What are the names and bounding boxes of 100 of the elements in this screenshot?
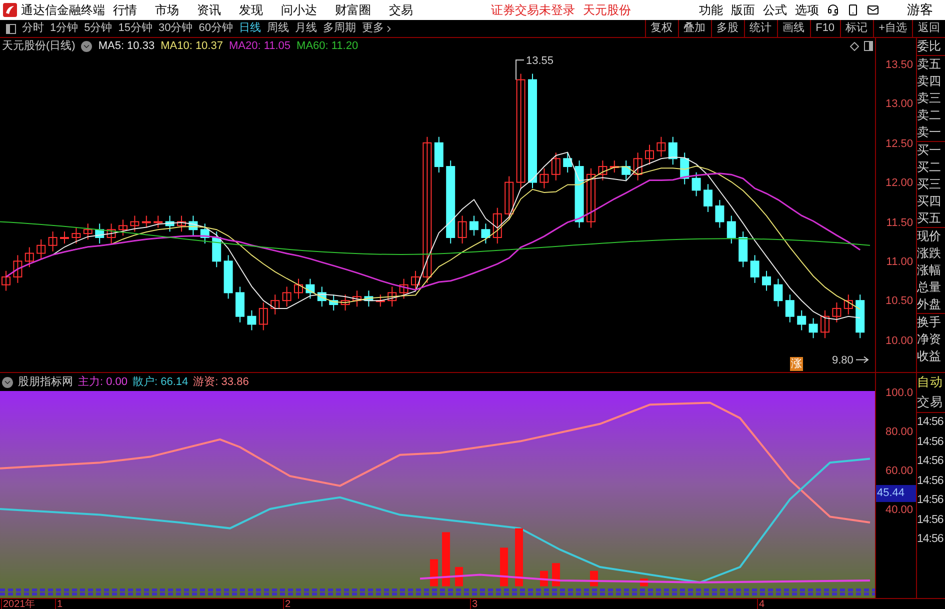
price-tick: 13.50: [885, 58, 913, 73]
date-tick: 3: [470, 599, 478, 609]
arrow-icon: [856, 356, 869, 364]
date-tick: 2021年: [1, 599, 36, 609]
indicator-tick: 60.00: [885, 464, 913, 479]
price-tick: 11.00: [886, 255, 913, 270]
indicator-value: 散户: 66.14: [132, 374, 188, 390]
stock-name[interactable]: 天元股份: [583, 1, 631, 19]
menu-item[interactable]: 问小达: [281, 1, 317, 19]
trade-time: 14:56: [917, 532, 944, 547]
quote-field-label: 买二: [917, 159, 942, 176]
period-tab[interactable]: 更多: [362, 20, 394, 37]
chart-title: 天元股份(日线): [2, 38, 76, 54]
date-tick: 4: [757, 599, 765, 609]
menu-item[interactable]: 选项: [795, 1, 819, 19]
toolbar-button[interactable]: F10: [810, 20, 840, 37]
period-tab[interactable]: 60分钟: [198, 20, 233, 37]
quote-field-label: 涨幅: [917, 262, 942, 279]
period-tab[interactable]: 日线: [239, 20, 261, 37]
menu-item[interactable]: 财富圈: [335, 1, 371, 19]
rise-label: 涨: [790, 357, 803, 371]
quote-field-label: 卖一: [917, 124, 942, 141]
trade-time: 14:56: [917, 415, 944, 430]
diamond-icon[interactable]: [850, 42, 859, 51]
quote-field-label: 卖五: [917, 56, 942, 73]
quote-field-label: 买一: [917, 142, 942, 159]
user-label[interactable]: 游客: [907, 0, 933, 20]
menu-item[interactable]: 市场: [155, 1, 179, 19]
mail-icon[interactable]: [867, 4, 879, 16]
date-tick: 2: [283, 599, 291, 609]
price-tick: 13.00: [885, 97, 913, 112]
indicator-tick: 80.00: [885, 425, 913, 440]
toolbar-button[interactable]: +自选: [872, 20, 912, 37]
quote-field-label: 现价: [917, 228, 942, 245]
indicator-title: 股朋指标网: [18, 374, 73, 390]
moving-average-value: MA5: 10.33: [98, 38, 155, 54]
panel-toggle-icon[interactable]: [6, 24, 16, 34]
trade-header: 自动: [917, 374, 944, 391]
toolbar-button[interactable]: 叠加: [678, 20, 711, 37]
price-tick: 12.00: [885, 176, 913, 192]
menu-item[interactable]: 交易: [389, 1, 413, 19]
trade-time: 14:56: [917, 474, 944, 488]
toolbar-button[interactable]: 多股: [710, 20, 744, 37]
quote-field-label: 涨跌: [917, 245, 942, 262]
menu-item[interactable]: 行情: [113, 1, 137, 19]
quote-field-label: 买五: [917, 210, 942, 227]
service-icon[interactable]: [827, 4, 839, 16]
toolbar-button[interactable]: 画线: [776, 20, 810, 37]
dropdown-icon[interactable]: [81, 40, 92, 52]
indicator-tick: 100.0: [885, 386, 913, 401]
menu-item[interactable]: 公式: [763, 1, 787, 19]
quote-field-label: 外盘: [917, 296, 942, 313]
price-tick: 11.50: [886, 216, 913, 231]
toolbar-button[interactable]: 返回: [912, 20, 945, 37]
logo-icon: [3, 3, 17, 17]
quote-field-label: 买四: [917, 193, 942, 210]
indicator-tick: 40.00: [885, 503, 913, 518]
quote-field-label: 卖二: [917, 107, 942, 124]
indicator-bar: [430, 559, 438, 586]
indicator-bar: [442, 532, 450, 586]
date-tick: 1: [55, 599, 63, 609]
toolbar-button[interactable]: 标记: [840, 20, 873, 37]
period-tab[interactable]: 分时: [22, 20, 44, 37]
period-tab[interactable]: 多周期: [323, 20, 356, 37]
quote-field-label: 总量: [917, 279, 942, 296]
menu-item[interactable]: 版面: [731, 1, 755, 19]
leader-line: [516, 60, 524, 80]
menu-item[interactable]: 功能: [699, 1, 723, 19]
dropdown-icon[interactable]: [2, 376, 13, 388]
moving-average-value: MA60: 11.20: [296, 38, 358, 54]
price-tick: 10.50: [885, 294, 913, 310]
quote-field-label: 买三: [917, 176, 942, 193]
indicator-bar: [515, 528, 523, 586]
moving-average-value: MA10: 10.37: [160, 38, 223, 54]
menu-item[interactable]: 发现: [239, 1, 263, 19]
period-tab[interactable]: 1分钟: [50, 20, 78, 37]
indicator-bar: [552, 563, 560, 586]
quote-field-label: 委比: [917, 38, 942, 55]
quote-field-label: 卖四: [917, 73, 942, 90]
toolbar-button[interactable]: 统计: [744, 20, 777, 37]
toolbar-button[interactable]: 复权: [644, 20, 678, 37]
app-title: 通达信金融终端: [21, 2, 106, 19]
low-price-label: 9.80: [832, 354, 854, 367]
moving-average-value: MA20: 11.05: [228, 38, 291, 54]
price-tick: 12.50: [885, 136, 913, 152]
period-tab[interactable]: 15分钟: [118, 20, 152, 37]
period-tab[interactable]: 周线: [267, 20, 289, 37]
current-value-marker: 45.44: [876, 485, 916, 502]
menu-item[interactable]: 资讯: [197, 1, 221, 19]
period-tab[interactable]: 5分钟: [84, 20, 112, 37]
window-icon[interactable]: [864, 41, 873, 51]
indicator-value: 游资: 33.86: [193, 374, 249, 390]
period-tab[interactable]: 月线: [295, 20, 317, 37]
period-tab[interactable]: 30分钟: [158, 20, 193, 37]
indicator-value: 主力: 0.00: [78, 374, 128, 390]
trade-time: 14:56: [917, 454, 944, 469]
quote-field-label: 收益: [917, 348, 942, 365]
login-notice[interactable]: 证券交易未登录: [491, 1, 575, 19]
price-tick: 10.00: [885, 334, 913, 349]
phone-icon[interactable]: [847, 4, 859, 16]
